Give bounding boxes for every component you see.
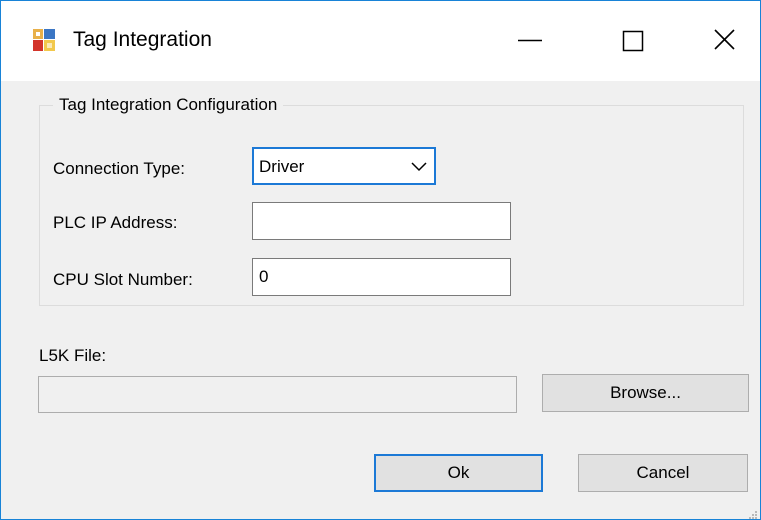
cpu-slot-number-label: CPU Slot Number:	[53, 270, 193, 289]
cancel-button[interactable]: Cancel	[578, 454, 748, 492]
connection-type-value: Driver	[259, 157, 305, 176]
tag-integration-dialog: Tag Integration Tag Integration Configur…	[0, 0, 761, 520]
minimize-button[interactable]	[498, 13, 564, 67]
connection-type-select[interactable]: Driver	[252, 147, 436, 185]
close-icon	[714, 29, 735, 50]
close-button[interactable]	[689, 13, 755, 67]
l5k-file-path-field	[38, 376, 517, 413]
maximize-icon	[622, 30, 644, 52]
chevron-down-icon[interactable]	[410, 159, 428, 173]
plc-ip-address-input[interactable]	[252, 202, 511, 240]
resize-grip-icon[interactable]	[748, 507, 758, 519]
title-bar[interactable]: Tag Integration	[1, 1, 760, 81]
configuration-group-legend: Tag Integration Configuration	[53, 94, 284, 116]
cpu-slot-number-value: 0	[259, 267, 269, 286]
minimize-icon	[518, 39, 542, 42]
tag-integration-app-icon	[33, 29, 55, 51]
cpu-slot-number-input[interactable]: 0	[252, 258, 511, 296]
window-title: Tag Integration	[73, 28, 212, 51]
l5k-file-label: L5K File:	[39, 346, 107, 365]
browse-button[interactable]: Browse...	[542, 374, 749, 412]
plc-ip-address-label: PLC IP Address:	[53, 213, 178, 232]
maximize-button[interactable]	[598, 13, 664, 67]
ok-button[interactable]: Ok	[374, 454, 543, 492]
connection-type-label: Connection Type:	[53, 159, 185, 178]
